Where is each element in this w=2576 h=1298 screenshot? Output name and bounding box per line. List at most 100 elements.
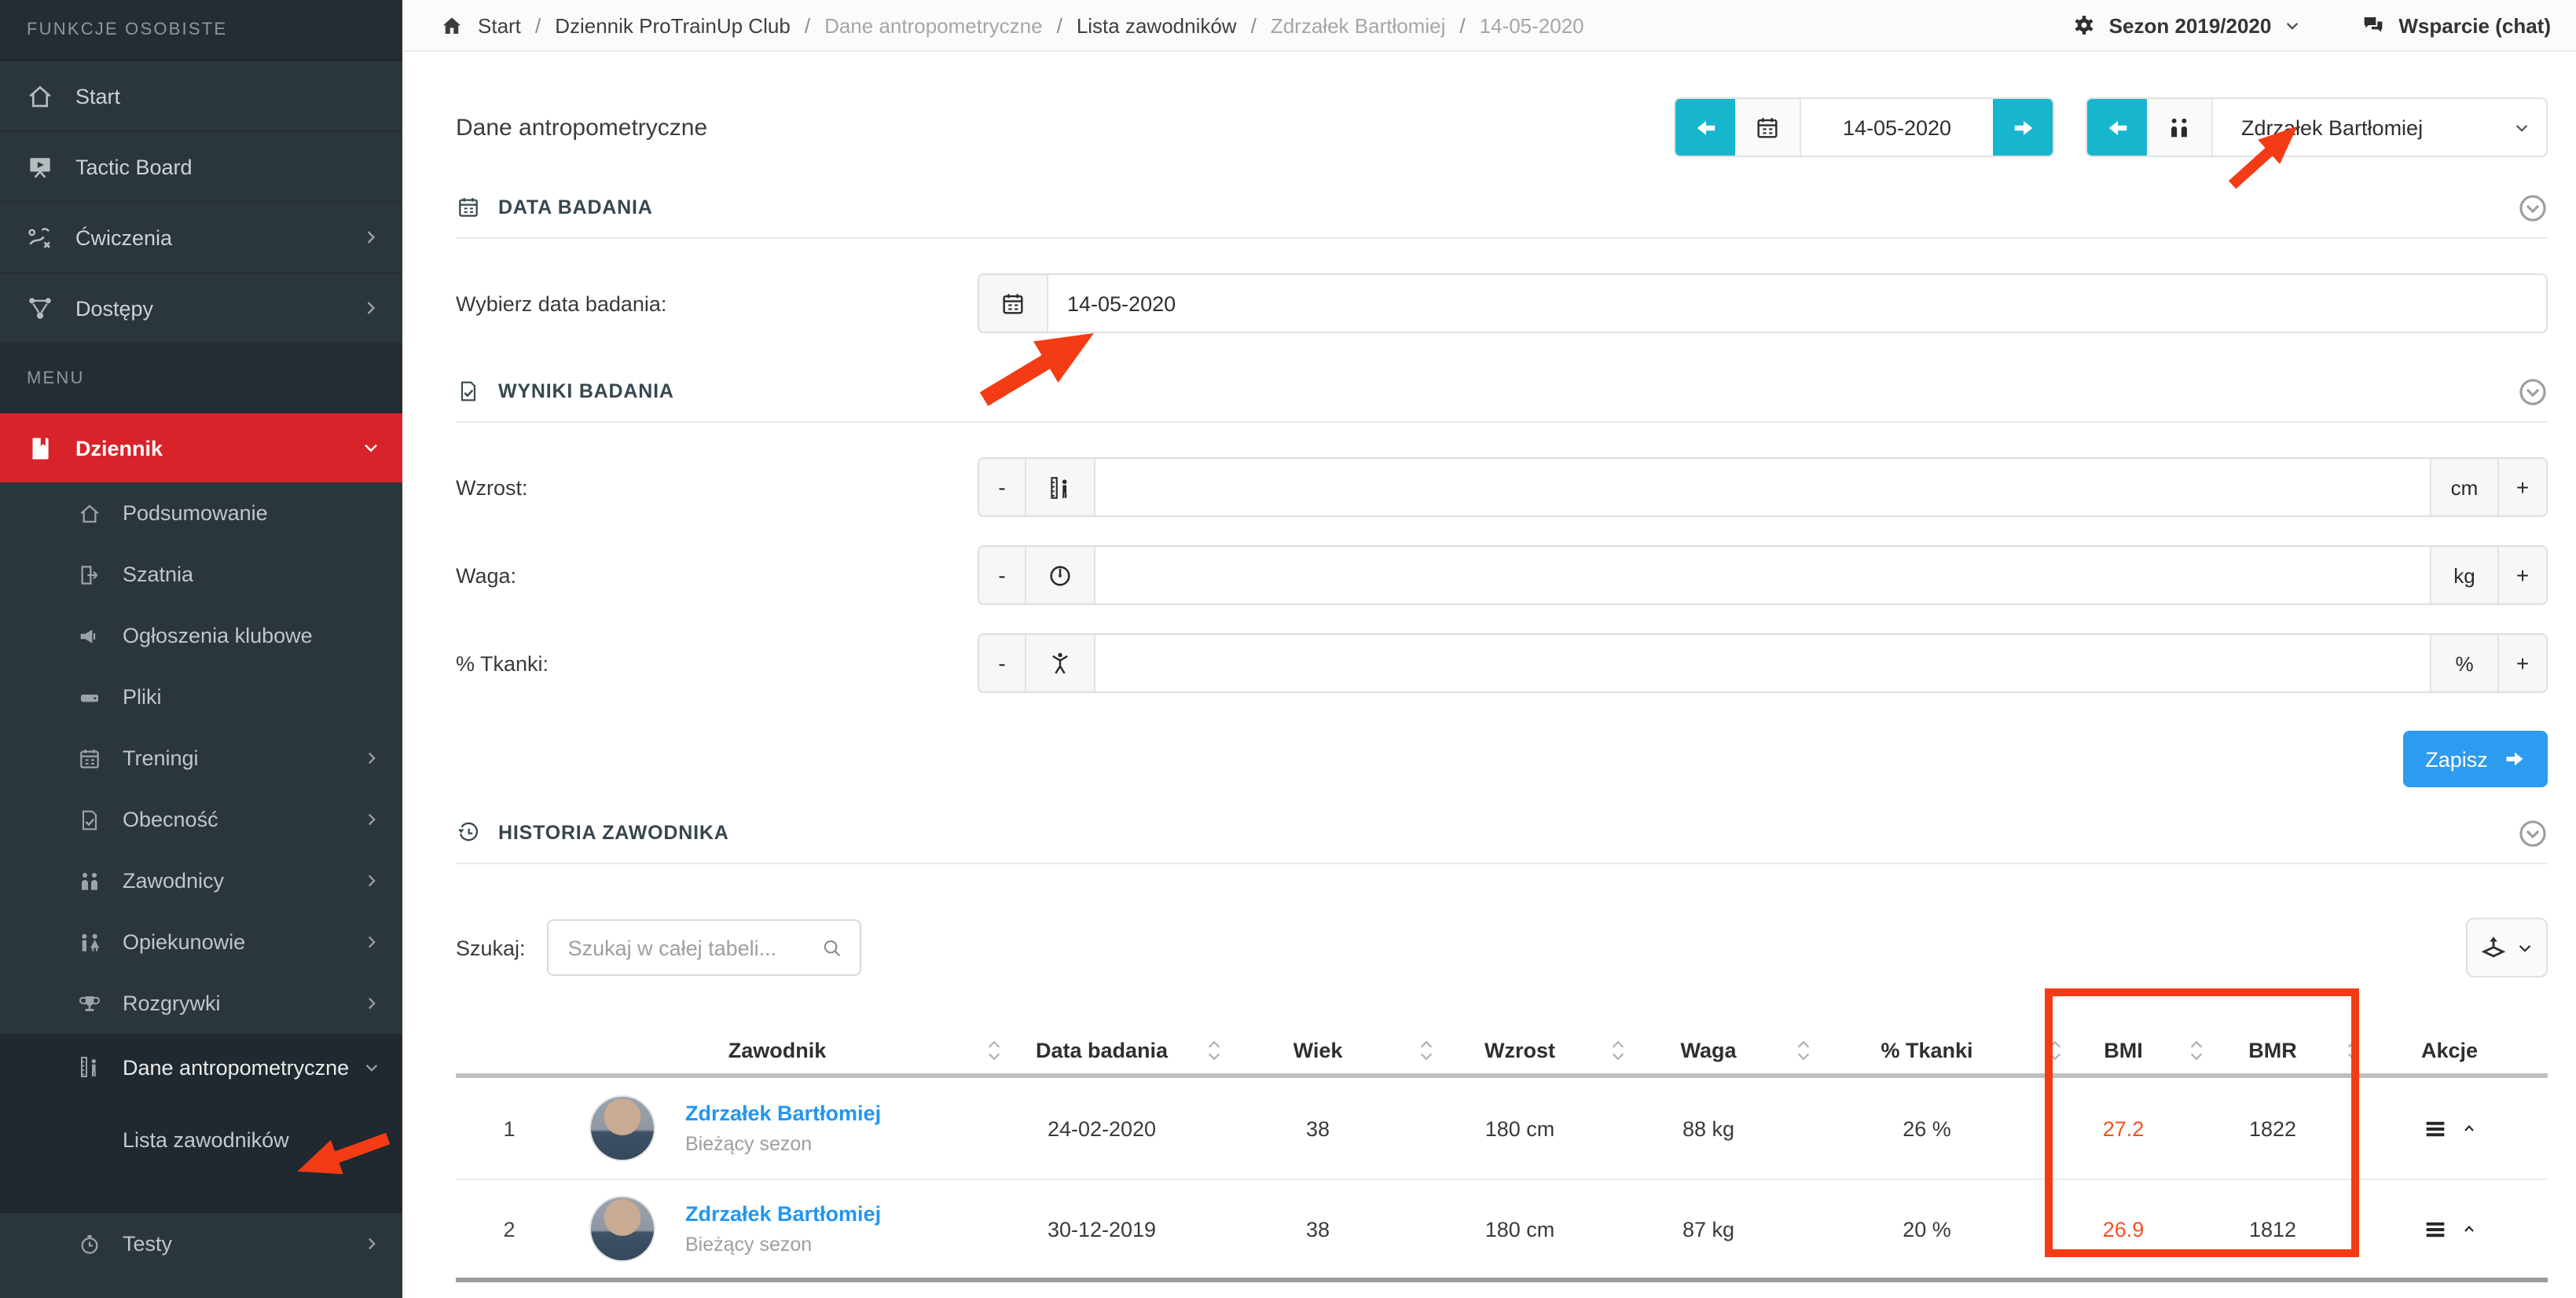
row-number: 1: [456, 1116, 563, 1140]
breadcrumb-player[interactable]: Zdrzałek Bartłomiej: [1271, 13, 1446, 37]
search-box: [548, 919, 862, 976]
col-zawodnik[interactable]: Zawodnik: [563, 1021, 992, 1078]
chevron-right-icon: [361, 299, 380, 317]
tkanki-minus-button[interactable]: -: [979, 635, 1026, 691]
col-bmi[interactable]: BMI: [2053, 1021, 2194, 1078]
waga-minus-button[interactable]: -: [979, 547, 1026, 603]
chevron-right-icon: [363, 811, 380, 828]
collapse-chevron-icon[interactable]: [2518, 192, 2548, 222]
sidebar-item-dostepy[interactable]: Dostępy: [0, 273, 402, 344]
sidebar-item-zawodnicy[interactable]: Zawodnicy: [0, 850, 402, 911]
export-button[interactable]: [2466, 918, 2548, 977]
megaphone-icon: [77, 623, 102, 648]
collapse-chevron-icon[interactable]: [2518, 376, 2548, 406]
date-next-button[interactable]: [1993, 99, 2053, 156]
player-prev-button[interactable]: [2087, 99, 2147, 156]
tkanki-input[interactable]: [1095, 635, 2430, 691]
document-icon: [456, 379, 481, 404]
home-icon: [25, 81, 55, 111]
breadcrumb: Start / Dziennik ProTrainUp Club / Dane …: [440, 13, 1584, 37]
sidebar-item-lista-zawodnikow[interactable]: Lista zawodników: [0, 1100, 402, 1213]
calendar-icon: [77, 746, 102, 771]
season-selector[interactable]: Sezon 2019/2020: [2071, 13, 2302, 38]
app-root: FUNKCJE OSOBISTE Start Tactic Board Ćwic…: [0, 0, 2576, 1298]
tkanki-input-group: - % +: [978, 633, 2548, 693]
breadcrumb-dziennik[interactable]: Dziennik ProTrainUp Club: [555, 13, 791, 37]
cell-bmi: 26.9: [2053, 1217, 2194, 1241]
col-waga[interactable]: Waga: [1616, 1021, 1801, 1078]
main-area: Start / Dziennik ProTrainUp Club / Dane …: [402, 0, 2576, 1298]
tkanki-plus-button[interactable]: +: [2499, 635, 2546, 691]
player-select[interactable]: Zdrzałek Bartłomiej: [2213, 99, 2546, 156]
breadcrumb-lista[interactable]: Lista zawodników: [1077, 13, 1237, 37]
cell-height: 180 cm: [1424, 1116, 1616, 1140]
strategy-icon: [25, 222, 55, 252]
date-nav-value[interactable]: 14-05-2020: [1801, 99, 1993, 156]
sidebar-item-pliki[interactable]: Pliki: [0, 666, 402, 728]
save-button[interactable]: Zapisz: [2403, 731, 2548, 787]
sidebar-item-obecnosc[interactable]: Obecność: [0, 789, 402, 850]
cell-bmr: 1822: [2194, 1116, 2351, 1140]
wzrost-input[interactable]: [1095, 459, 2430, 515]
col-wiek[interactable]: Wiek: [1212, 1021, 1424, 1078]
sidebar-item-podsumowanie[interactable]: Podsumowanie: [0, 482, 402, 544]
date-field-label: Wybierz data badania:: [456, 292, 978, 315]
search-input[interactable]: [568, 936, 821, 959]
row-actions-button[interactable]: [2351, 1216, 2548, 1242]
sidebar-item-testy[interactable]: Testy: [0, 1213, 402, 1274]
sidebar-item-cwiczenia[interactable]: Ćwiczenia: [0, 203, 402, 273]
caret-up-icon: [2459, 1219, 2478, 1238]
waga-label: Waga:: [456, 563, 978, 587]
chevron-down-icon: [2516, 939, 2534, 956]
section-wyniki-badania: WYNIKI BADANIA: [456, 374, 2548, 409]
home-icon[interactable]: [440, 13, 464, 37]
sidebar-item-dane-antropometryczne[interactable]: Dane antropometryczne: [0, 1034, 402, 1100]
page-header: Dane antropometryczne 14-05-2020 Zdrzałe…: [456, 96, 2548, 159]
col-bmr[interactable]: BMR: [2194, 1021, 2351, 1078]
network-icon: [25, 293, 55, 323]
cell-weight: 88 kg: [1616, 1116, 1801, 1140]
sidebar-item-ogloszenia[interactable]: Ogłoszenia klubowe: [0, 605, 402, 666]
chevron-right-icon: [363, 750, 380, 767]
player-navigator: Zdrzałek Bartłomiej: [2086, 97, 2548, 157]
sidebar-item-tactic-board[interactable]: Tactic Board: [0, 132, 402, 203]
stopwatch-icon: [77, 1231, 102, 1256]
player-link[interactable]: Zdrzałek Bartłomiej: [685, 1102, 881, 1125]
search-label: Szukaj:: [456, 936, 526, 959]
sidebar-item-treningi[interactable]: Treningi: [0, 728, 402, 789]
avatar[interactable]: [589, 1196, 655, 1262]
wzrost-row: Wzrost: - cm +: [456, 457, 2548, 517]
breadcrumb-start[interactable]: Start: [478, 13, 521, 37]
wzrost-plus-button[interactable]: +: [2499, 459, 2546, 515]
section-data-badania: DATA BADANIA: [456, 190, 2548, 225]
page-check-icon: [77, 807, 102, 832]
waga-plus-button[interactable]: +: [2499, 547, 2546, 603]
date-input[interactable]: [1048, 275, 2546, 332]
col-wzrost[interactable]: Wzrost: [1424, 1021, 1616, 1078]
breadcrumb-dane[interactable]: Dane antropometryczne: [824, 13, 1043, 37]
arrow-right-icon: [2011, 116, 2035, 139]
sidebar-item-dziennik[interactable]: Dziennik: [0, 413, 402, 482]
door-icon: [77, 562, 102, 587]
sidebar-item-rozgrywki[interactable]: Rozgrywki: [0, 973, 402, 1034]
chevron-right-icon: [363, 933, 380, 951]
date-prev-button[interactable]: [1675, 99, 1735, 156]
collapse-chevron-icon[interactable]: [2518, 818, 2548, 848]
support-chat-button[interactable]: Wsparcie (chat): [2361, 13, 2551, 38]
col-data-badania[interactable]: Data badania: [992, 1021, 1212, 1078]
avatar[interactable]: [589, 1095, 655, 1161]
waga-input[interactable]: [1095, 547, 2430, 603]
col-tkanki[interactable]: % Tkanki: [1801, 1021, 2053, 1078]
row-actions-button[interactable]: [2351, 1115, 2548, 1142]
chevron-down-icon: [361, 438, 380, 457]
height-ruler-icon: [1047, 474, 1073, 500]
player-link[interactable]: Zdrzałek Bartłomiej: [685, 1202, 881, 1226]
wzrost-minus-button[interactable]: -: [979, 459, 1026, 515]
cell-fat: 26 %: [1801, 1116, 2053, 1140]
sidebar-item-start[interactable]: Start: [0, 61, 402, 132]
sidebar-item-szatnia[interactable]: Szatnia: [0, 544, 402, 605]
arrow-right-icon: [2504, 748, 2526, 770]
sidebar-item-opiekunowie[interactable]: Opiekunowie: [0, 911, 402, 973]
calendar-icon-cell: [1735, 99, 1801, 156]
search-icon: [821, 936, 845, 959]
